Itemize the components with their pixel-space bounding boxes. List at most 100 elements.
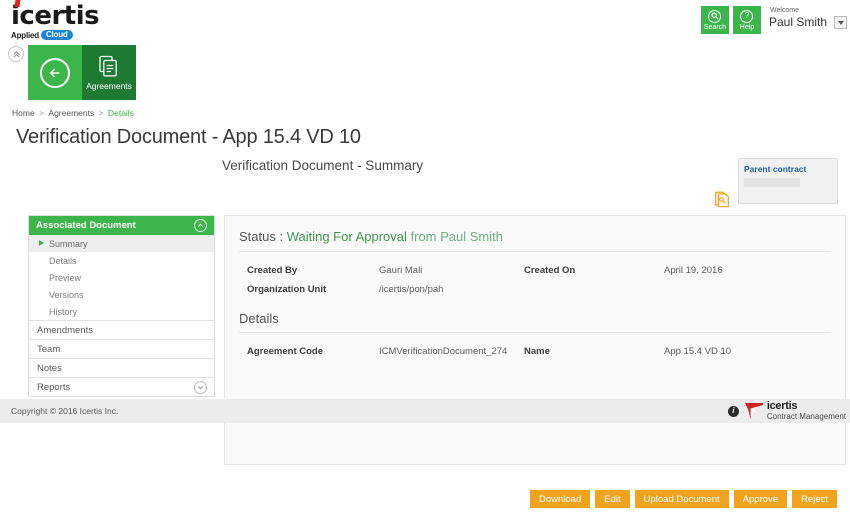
- help-button[interactable]: ? Help: [733, 6, 761, 34]
- search-button[interactable]: Search: [701, 6, 729, 34]
- sidebar-item-versions[interactable]: Versions: [29, 286, 214, 303]
- summary-fields: Created By Gauri Mali Created On April 1…: [225, 252, 845, 299]
- field-label-created-on: Created On: [524, 265, 664, 276]
- chevron-up-circle-icon[interactable]: [194, 219, 207, 232]
- page-root: icertis Applied Cloud Search ? Help: [0, 0, 850, 519]
- field-row-agreement-code: Agreement Code ICMVerificationDocument_2…: [239, 342, 831, 361]
- welcome-small-text: Welcome: [770, 7, 827, 15]
- sidebar-item-notes[interactable]: Notes: [29, 358, 214, 377]
- summary-panel: Status : Waiting For Approval from Paul …: [224, 215, 846, 465]
- documents-stack-icon: [98, 55, 120, 79]
- approve-button[interactable]: Approve: [734, 490, 787, 508]
- sidebar-item-notes-label: Notes: [37, 363, 62, 374]
- back-circle: [40, 58, 70, 88]
- sidebar-item-summary[interactable]: Summary: [29, 235, 214, 252]
- field-value-agreement-code: ICMVerificationDocument_274: [379, 346, 524, 357]
- welcome-user-name: Paul Smith: [769, 15, 827, 29]
- sidebar-item-history[interactable]: History: [29, 303, 214, 320]
- parent-contract-button[interactable]: [713, 190, 731, 208]
- logo-applied-text: Applied: [11, 31, 39, 40]
- details-fields: Agreement Code ICMVerificationDocument_2…: [225, 333, 845, 361]
- sidebar-item-reports-label: Reports: [37, 382, 70, 393]
- search-label: Search: [704, 24, 726, 31]
- field-label-created-by: Created By: [239, 265, 379, 276]
- sidebar-item-details-label: Details: [49, 256, 77, 266]
- agreements-tile[interactable]: Agreements: [82, 45, 136, 100]
- logo-wordmark: icertis: [11, 3, 99, 29]
- details-heading: Details: [239, 311, 831, 333]
- header-right-cluster: Search ? Help Welcome Paul Smith: [701, 6, 847, 34]
- sidebar-item-team-label: Team: [37, 344, 60, 355]
- logo-red-dot: [15, 0, 21, 7]
- sidebar-item-amendments[interactable]: Amendments: [29, 320, 214, 339]
- sidebar-header-associated-document[interactable]: Associated Document: [29, 216, 214, 235]
- welcome-block: Welcome Paul Smith: [769, 7, 827, 29]
- footer-logo-text: icertis Contract Management: [767, 401, 846, 422]
- download-button[interactable]: Download: [530, 490, 590, 508]
- breadcrumb: Home > Agreements > Details: [11, 108, 135, 118]
- field-value-created-on: April 19, 2016: [664, 265, 723, 276]
- icertis-logo[interactable]: icertis Applied Cloud: [11, 3, 101, 39]
- arrow-left-icon: [48, 66, 62, 80]
- sidebar-item-history-label: History: [49, 307, 77, 317]
- logo-tagline: Applied Cloud: [11, 30, 101, 40]
- caret-down-icon: [838, 21, 844, 25]
- upload-document-button[interactable]: Upload Document: [635, 490, 729, 508]
- chevron-down-circle-icon[interactable]: [194, 381, 207, 394]
- search-icon: [708, 10, 721, 23]
- nav-tiles: Agreements: [28, 45, 136, 100]
- details-section-header: Details: [225, 299, 845, 333]
- field-row-organization-unit: Organization Unit /icertis/pon/pah: [239, 280, 831, 299]
- footer-right-cluster: i icertis Contract Management: [728, 401, 846, 422]
- breadcrumb-separator-1: >: [39, 108, 44, 118]
- sidebar-item-team[interactable]: Team: [29, 339, 214, 358]
- status-line: Status : Waiting For Approval from Paul …: [239, 229, 831, 252]
- field-row-created-by: Created By Gauri Mali Created On April 1…: [239, 261, 831, 280]
- agreements-label: Agreements: [86, 81, 132, 91]
- status-section: Status : Waiting For Approval from Paul …: [225, 216, 845, 252]
- page-subtitle: Verification Document - Summary: [222, 158, 423, 173]
- page-title: Verification Document - App 15.4 VD 10: [16, 126, 361, 149]
- sidebar-header-label: Associated Document: [36, 220, 136, 231]
- associated-document-sidebar: Associated Document Summary Details Prev…: [28, 215, 215, 397]
- icertis-flag-icon: [744, 402, 764, 420]
- footer-bar: Copyright © 2016 Icertis Inc. i icertis …: [0, 399, 850, 423]
- sidebar-item-details[interactable]: Details: [29, 252, 214, 269]
- info-icon[interactable]: i: [728, 406, 739, 417]
- breadcrumb-current: Details: [108, 108, 134, 118]
- footer-logo: icertis Contract Management: [744, 401, 846, 422]
- sidebar-item-preview-label: Preview: [49, 273, 81, 283]
- footer-logo-name: icertis: [767, 401, 846, 412]
- status-label: Status :: [239, 229, 283, 244]
- help-label: Help: [740, 24, 754, 31]
- left-column-background: [0, 423, 224, 519]
- breadcrumb-separator-2: >: [99, 108, 104, 118]
- footer-logo-tagline: Contract Management: [767, 412, 846, 422]
- sidebar-item-reports[interactable]: Reports: [29, 377, 214, 396]
- user-menu-button[interactable]: [834, 16, 847, 29]
- parent-contract-title: Parent contract: [739, 159, 837, 174]
- sidebar-item-preview[interactable]: Preview: [29, 269, 214, 286]
- field-value-organization-unit: /icertis/pon/pah: [379, 284, 524, 295]
- field-label-agreement-code: Agreement Code: [239, 346, 379, 357]
- parent-contract-placeholder-bar: [744, 178, 800, 187]
- logo-cloud-badge: Cloud: [41, 30, 73, 40]
- field-label-organization-unit: Organization Unit: [239, 284, 379, 295]
- question-mark-icon: ?: [740, 10, 753, 23]
- breadcrumb-home[interactable]: Home: [12, 108, 35, 118]
- parent-contract-tooltip: Parent contract: [738, 158, 838, 204]
- copyright-text: Copyright © 2016 Icertis Inc.: [11, 406, 118, 416]
- edit-button[interactable]: Edit: [595, 490, 629, 508]
- reject-button[interactable]: Reject: [792, 490, 837, 508]
- linked-document-icon: [713, 190, 731, 208]
- field-value-created-by: Gauri Mali: [379, 265, 524, 276]
- back-button[interactable]: [28, 45, 82, 100]
- sidebar-item-versions-label: Versions: [49, 290, 84, 300]
- breadcrumb-agreements[interactable]: Agreements: [48, 108, 94, 118]
- app-header: icertis Applied Cloud Search ? Help: [0, 0, 850, 44]
- collapse-nav-button[interactable]: [8, 46, 24, 62]
- field-value-name: App 15.4 VD 10: [664, 346, 731, 357]
- field-label-name: Name: [524, 346, 664, 357]
- action-button-bar: Download Edit Upload Document Approve Re…: [530, 490, 837, 508]
- sidebar-item-summary-label: Summary: [49, 239, 88, 249]
